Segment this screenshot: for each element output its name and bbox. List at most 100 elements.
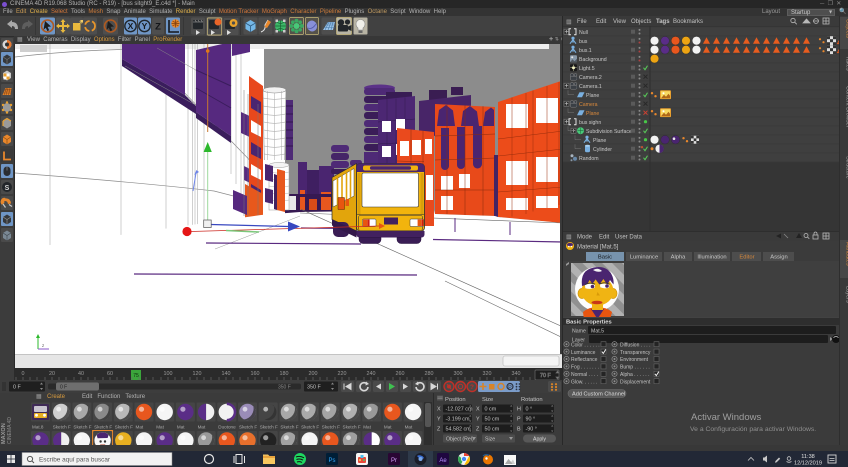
svg-text:20: 20 [49,371,55,377]
svg-text:Objects: Objects [631,19,651,25]
svg-text:Sketch F: Sketch F [301,425,319,430]
svg-text:Color . . . . . .: Color . . . . . . [571,342,600,348]
svg-text:90 °: 90 ° [526,417,536,423]
svg-text:Displacement: Displacement [620,379,651,385]
svg-text:Apply: Apply [533,437,546,443]
svg-text:Alpha: Alpha [671,255,687,261]
svg-text:Z: Z [476,427,480,433]
svg-text:70 F: 70 F [540,373,551,379]
svg-text:54.582 cm: 54.582 cm [446,427,472,433]
svg-text:Diffusion . . . .: Diffusion . . . . [620,342,650,348]
svg-text:200: 200 [309,371,318,377]
svg-text:Sketch F: Sketch F [343,425,361,430]
svg-text:Y: Y [476,417,480,423]
svg-text:Duotone: Duotone [218,425,236,430]
svg-text:Basic Properties: Basic Properties [566,319,612,325]
svg-text:300: 300 [454,371,463,377]
svg-text:Bookmarks: Bookmarks [673,19,703,25]
svg-text:180: 180 [280,371,289,377]
svg-text:X: X [128,21,134,31]
svg-text:Edit: Edit [599,235,610,241]
svg-text:Camera.2: Camera.2 [579,75,602,81]
svg-text:Sketch F: Sketch F [115,425,133,430]
svg-text:CINEMA 4D: CINEMA 4D [7,417,12,444]
svg-text:Mode: Mode [577,235,593,241]
svg-text:Mat: Mat [136,425,144,430]
svg-text:Fog . . . . . . .: Fog . . . . . . . [571,365,599,371]
svg-text:Luminance: Luminance [571,350,596,356]
svg-text:Mat.8: Mat.8 [32,425,44,430]
svg-text:File: File [577,19,587,25]
svg-text:Alpha . . . . . .: Alpha . . . . . . [620,372,649,378]
svg-text:0 F: 0 F [13,385,21,391]
svg-text:Glow. . . . . .: Glow. . . . . . [571,379,597,385]
svg-text:Random: Random [579,156,599,162]
svg-text:H: H [517,407,521,413]
svg-text:Rotation: Rotation [521,397,543,403]
svg-text:Mat.5: Mat.5 [591,329,604,335]
svg-text:Transparency: Transparency [620,350,651,356]
svg-text:340: 340 [512,371,521,377]
svg-text:Mat: Mat [363,425,371,430]
svg-text:Sketch F: Sketch F [239,425,257,430]
svg-text:0: 0 [22,371,25,377]
svg-text:Normal . . . .: Normal . . . . [571,372,598,378]
svg-text:▦: ▦ [566,20,572,26]
svg-text:0 °: 0 ° [526,407,533,413]
svg-text:X: X [476,407,480,413]
svg-text:Camera.1: Camera.1 [579,84,602,90]
svg-text:Mat: Mat [405,425,413,430]
svg-text:P: P [508,385,512,391]
svg-text:100: 100 [164,371,173,377]
svg-text:Camera: Camera [579,102,598,108]
svg-text:Edit: Edit [596,19,607,25]
svg-text:Ve a Configuración para activa: Ve a Configuración para activar Windows. [690,426,816,433]
svg-text:S: S [5,185,10,192]
svg-text:Size: Size [485,437,495,443]
svg-text:Mat: Mat [156,425,164,430]
svg-text:Attributes: Attributes [845,242,848,266]
svg-text:Ps: Ps [328,458,335,464]
svg-text:Environment: Environment [620,357,649,363]
svg-text:-3.199 cm: -3.199 cm [446,417,470,423]
svg-text:Sketch F: Sketch F [94,425,112,430]
svg-text:160: 160 [251,371,260,377]
svg-text:Z: Z [437,427,441,433]
svg-text:Null: Null [579,30,588,36]
svg-text:Sketch F: Sketch F [53,425,71,430]
svg-text:bus.1: bus.1 [579,48,592,54]
svg-text:Position: Position [445,397,466,403]
svg-text:bus: bus [579,39,588,45]
svg-text:0 F: 0 F [60,385,67,391]
svg-text:140: 140 [222,371,231,377]
svg-text:240: 240 [367,371,376,377]
svg-text:B: B [517,427,521,433]
svg-text:Pr: Pr [391,458,397,464]
svg-text:Activar Windows: Activar Windows [691,412,761,423]
svg-text:50 cm: 50 cm [485,417,500,423]
svg-text:220: 220 [338,371,347,377]
svg-text:Structure: Structure [845,156,848,179]
svg-text:40: 40 [78,371,84,377]
svg-text:Sketch F: Sketch F [322,425,340,430]
svg-text:Name: Name [572,328,586,334]
svg-text:Size: Size [482,397,493,403]
svg-text:75: 75 [133,373,139,379]
svg-text:Mat: Mat [384,425,392,430]
svg-text:X: X [437,407,441,413]
svg-text:-12.027 cm: -12.027 cm [446,407,473,413]
svg-text:-90 °: -90 ° [526,427,537,433]
svg-text:Light.5: Light.5 [579,66,595,72]
svg-text:11:38: 11:38 [801,454,815,460]
svg-text:Cylinder: Cylinder [593,147,612,153]
svg-text:Sketch F: Sketch F [73,425,91,430]
svg-text:Mat: Mat [177,425,185,430]
svg-text:0 cm: 0 cm [485,407,497,413]
svg-text:Luminance: Luminance [630,255,658,261]
svg-text:View: View [613,19,627,25]
svg-text:320: 320 [483,371,492,377]
svg-text:Plane: Plane [586,93,599,99]
svg-text:Editor: Editor [739,255,754,261]
svg-text:▦: ▦ [566,235,572,241]
svg-text:Sketch F: Sketch F [260,425,278,430]
